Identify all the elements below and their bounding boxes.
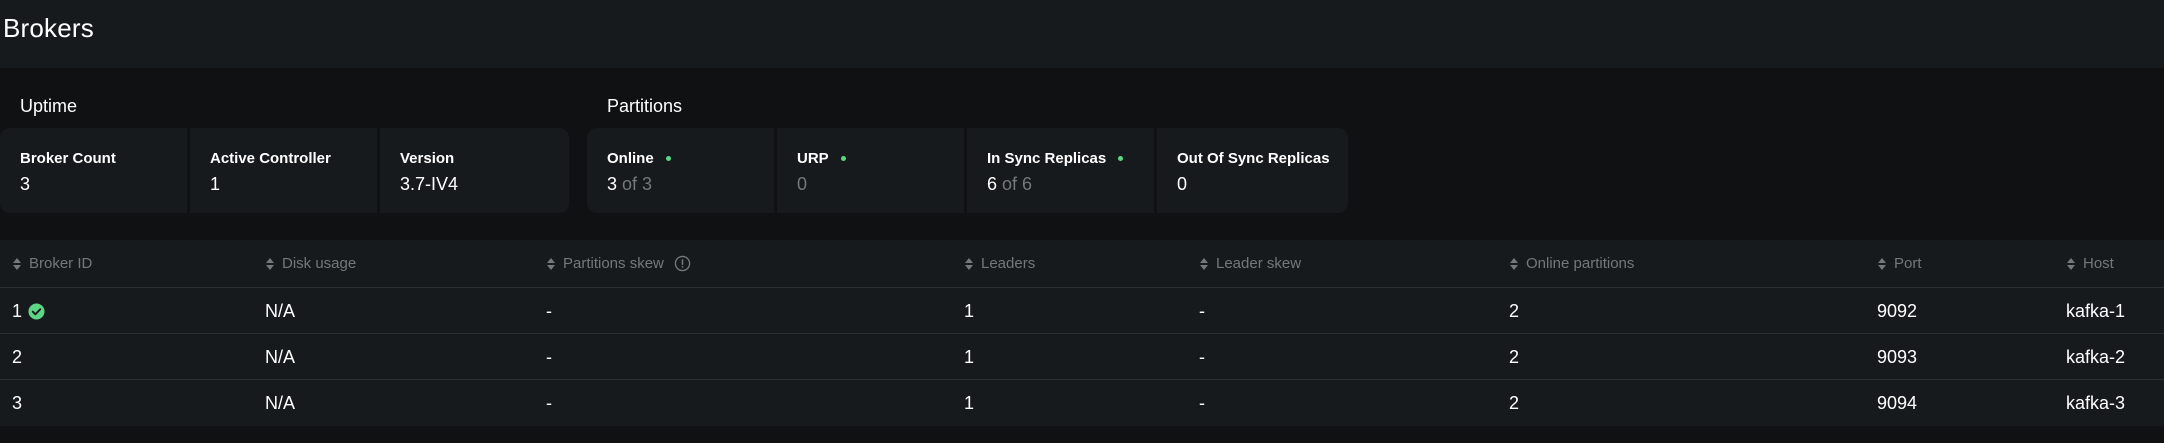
broker-id-cell: 3 — [12, 392, 23, 413]
check-circle-icon — [28, 302, 45, 320]
column-broker-id[interactable]: Broker ID — [12, 255, 92, 272]
card-label-text: URP — [797, 149, 829, 167]
card-value: 0 — [797, 174, 808, 194]
online-card: Online 3 of 3 — [587, 128, 774, 213]
disk-usage-cell: N/A — [265, 300, 296, 321]
sort-icon — [1200, 257, 1208, 270]
card-label: Broker Count — [20, 149, 116, 167]
host-cell: kafka-2 — [2066, 346, 2126, 367]
out-of-sync-replicas-card: Out Of Sync Replicas 0 — [1157, 128, 1348, 213]
info-icon — [674, 255, 691, 272]
column-port[interactable]: Port — [1877, 255, 1922, 272]
broker-id: 1 — [12, 300, 23, 321]
table-row[interactable]: 1 N/A - 1 - 2 9092 kafka-1 — [0, 288, 2164, 334]
urp-card: URP 0 — [777, 128, 964, 213]
host-cell: kafka-1 — [2066, 300, 2126, 321]
column-online-partitions[interactable]: Online partitions — [1509, 255, 1634, 272]
card-value: 6 of 6 — [987, 174, 1154, 195]
card-label: Online — [607, 148, 774, 168]
column-partitions-skew[interactable]: Partitions skew — [546, 255, 691, 272]
online-total: of 3 — [622, 174, 653, 194]
column-label: Disk usage — [282, 255, 357, 272]
sort-icon — [13, 257, 21, 270]
online-partitions-cell: 2 — [1509, 300, 1520, 321]
page-title: Brokers — [3, 12, 94, 43]
broker-id-cell: 1 — [12, 288, 45, 334]
page-header: Brokers — [0, 0, 2164, 68]
card-value: 0 — [1177, 174, 1188, 194]
online-count: 3 — [607, 174, 618, 194]
column-label: Partitions skew — [563, 255, 664, 272]
column-label: Broker ID — [29, 255, 93, 272]
column-label: Online partitions — [1526, 255, 1635, 272]
leader-skew-cell: - — [1199, 346, 1205, 367]
in-sync-total: of 6 — [1002, 174, 1033, 194]
broker-count-card: Broker Count 3 — [0, 128, 187, 213]
leaders-cell: 1 — [964, 346, 975, 367]
table-row[interactable]: 2 N/A - 1 - 2 9093 kafka-2 — [0, 334, 2164, 380]
version-card: Version 3.7-IV4 — [380, 128, 569, 213]
port-cell: 9092 — [1877, 300, 1918, 321]
card-value: 3 — [20, 174, 31, 194]
card-label-text: Online — [607, 149, 654, 167]
port-cell: 9094 — [1877, 392, 1918, 413]
column-leaders[interactable]: Leaders — [964, 255, 1035, 272]
leaders-cell: 1 — [964, 392, 975, 413]
card-label: Active Controller — [210, 149, 331, 167]
card-label-text: In Sync Replicas — [987, 149, 1107, 167]
uptime-cards: Broker Count 3 Active Controller 1 Versi… — [0, 128, 569, 213]
leader-skew-cell: - — [1199, 300, 1205, 321]
partitions-cards: Online 3 of 3 URP 0 In Sync Replicas 6 o… — [587, 128, 1348, 213]
metrics-section: Uptime Broker Count 3 Active Controller … — [0, 68, 2164, 240]
column-disk-usage[interactable]: Disk usage — [265, 255, 356, 272]
column-label: Leaders — [981, 255, 1036, 272]
in-sync-count: 6 — [987, 174, 998, 194]
sort-icon — [965, 257, 973, 270]
status-dot-icon — [1118, 155, 1124, 161]
online-partitions-cell: 2 — [1509, 346, 1520, 367]
host-cell: kafka-3 — [2066, 392, 2126, 413]
sort-icon — [547, 257, 555, 270]
partitions-skew-cell: - — [546, 346, 552, 367]
sort-icon — [1878, 257, 1886, 270]
leader-skew-cell: - — [1199, 392, 1205, 413]
active-controller-card: Active Controller 1 — [190, 128, 377, 213]
status-dot-icon — [840, 155, 846, 161]
partitions-skew-cell: - — [546, 300, 552, 321]
sort-icon — [2067, 257, 2075, 270]
sort-icon — [266, 257, 274, 270]
card-value: 3.7-IV4 — [400, 174, 459, 194]
in-sync-replicas-card: In Sync Replicas 6 of 6 — [967, 128, 1154, 213]
sort-icon — [1510, 257, 1518, 270]
card-value: 3 of 3 — [607, 174, 774, 195]
column-label: Port — [1894, 255, 1922, 272]
card-label: Out Of Sync Replicas — [1177, 149, 1330, 167]
uptime-label: Uptime — [20, 96, 78, 116]
column-label: Host — [2083, 255, 2114, 272]
port-cell: 9093 — [1877, 346, 1918, 367]
online-partitions-cell: 2 — [1509, 392, 1520, 413]
brokers-table: Broker ID Disk usage Partitions skew Lea… — [0, 240, 2164, 426]
disk-usage-cell: N/A — [265, 392, 296, 413]
card-label: URP — [797, 148, 964, 168]
table-header: Broker ID Disk usage Partitions skew Lea… — [0, 240, 2164, 288]
status-dot-icon — [665, 155, 671, 161]
card-label: Version — [400, 149, 455, 167]
card-value: 1 — [210, 174, 221, 194]
column-host[interactable]: Host — [2066, 255, 2114, 272]
card-label: In Sync Replicas — [987, 148, 1154, 168]
partitions-skew-cell: - — [546, 392, 552, 413]
column-leader-skew[interactable]: Leader skew — [1199, 255, 1301, 272]
table-row[interactable]: 3 N/A - 1 - 2 9094 kafka-3 — [0, 380, 2164, 426]
column-label: Leader skew — [1216, 255, 1302, 272]
partitions-label: Partitions — [607, 96, 683, 116]
disk-usage-cell: N/A — [265, 346, 296, 367]
leaders-cell: 1 — [964, 300, 975, 321]
broker-id-cell: 2 — [12, 346, 23, 367]
